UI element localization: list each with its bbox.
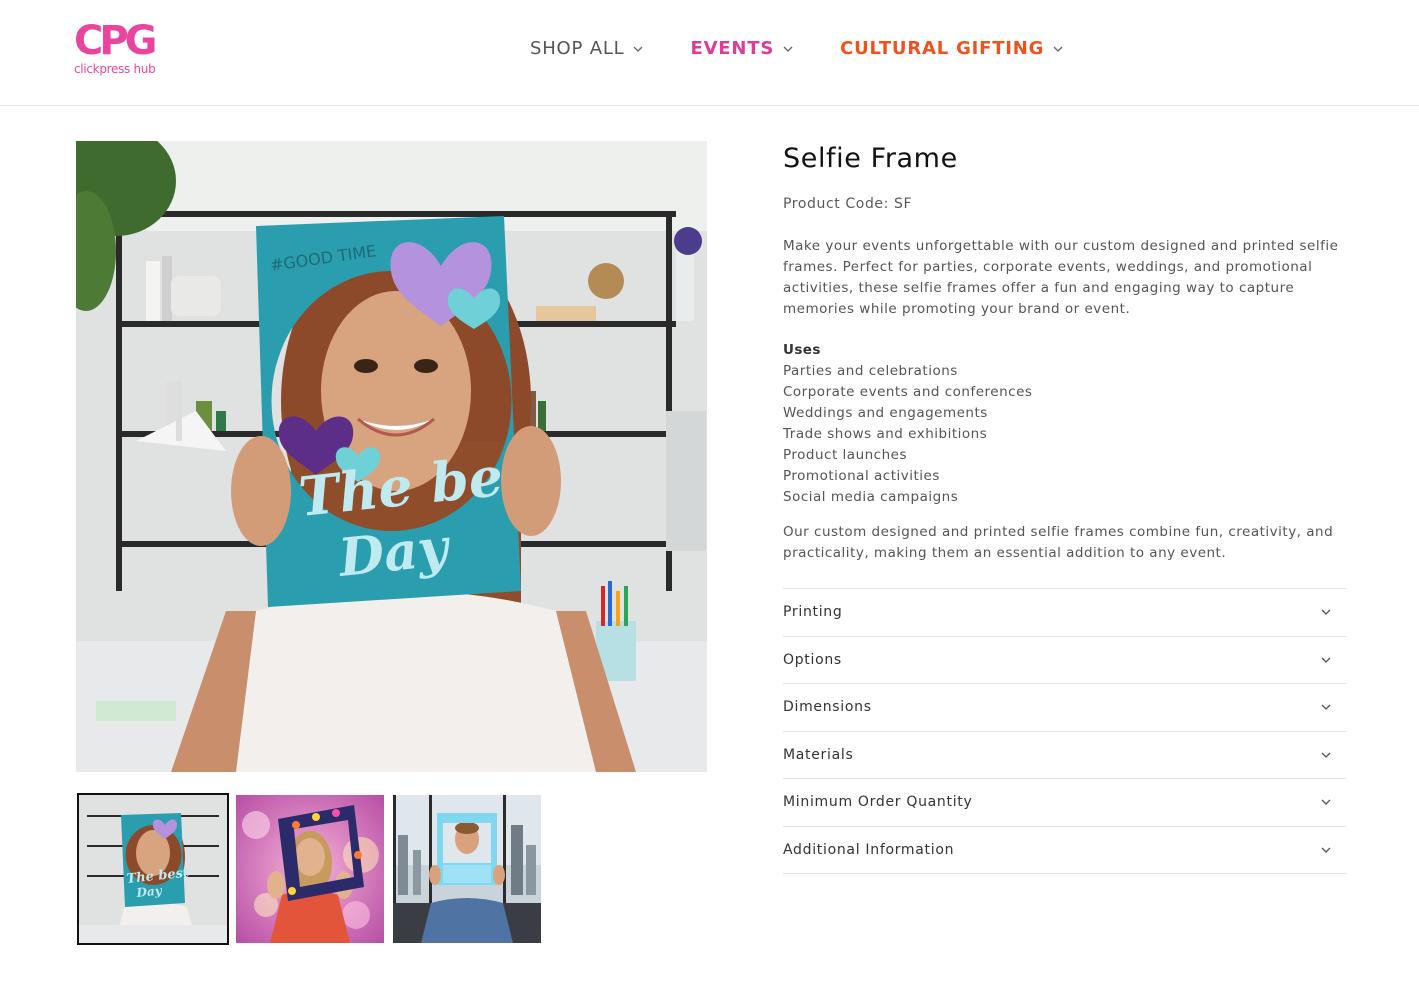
list-item: Corporate events and conferences xyxy=(783,384,1033,400)
accordion-label: Printing xyxy=(783,604,843,621)
thumbnail-1[interactable]: The best Day xyxy=(77,793,229,945)
logo[interactable]: CPG clickpress hub xyxy=(74,20,164,82)
product-accordion: Printing Options Dimensions Materials Mi… xyxy=(783,588,1346,874)
product-info: Selfie Frame Product Code: SF Make your … xyxy=(783,141,1347,874)
accordion-materials[interactable]: Materials xyxy=(783,732,1346,779)
nav-events-label: EVENTS xyxy=(690,38,775,59)
accordion-label: Dimensions xyxy=(783,699,872,716)
list-item: Product launches xyxy=(783,447,908,463)
thumbnail-1-image: The best Day xyxy=(79,795,227,943)
product-photo: #GOOD TIME The best Day xyxy=(76,141,707,772)
product-main-image[interactable]: #GOOD TIME The best Day xyxy=(76,141,707,772)
thumbnail-3-image xyxy=(393,795,541,943)
chevron-down-icon xyxy=(1321,609,1331,616)
nav-events[interactable]: EVENTS xyxy=(690,38,794,59)
nav-shop-all-label: SHOP ALL xyxy=(530,38,625,59)
logo-subtitle: clickpress hub xyxy=(74,62,156,76)
chevron-down-icon xyxy=(1053,46,1063,52)
chevron-down-icon xyxy=(1321,657,1331,663)
product-closing-text: Our custom designed and printed selfie f… xyxy=(783,524,1334,561)
thumbnail-2-image xyxy=(236,795,384,943)
site-header: CPG clickpress hub SHOP ALL EVENTS CULTU… xyxy=(0,0,1419,106)
thumbnail-2[interactable] xyxy=(236,795,384,943)
nav-cultural-gifting[interactable]: CULTURAL GIFTING xyxy=(840,38,1064,59)
uses-heading: Uses xyxy=(783,342,821,358)
main-nav: SHOP ALL EVENTS CULTURAL GIFTING xyxy=(530,38,1064,59)
nav-shop-all[interactable]: SHOP ALL xyxy=(530,38,644,59)
list-item: Parties and celebrations xyxy=(783,363,958,379)
chevron-down-icon xyxy=(1321,752,1331,758)
chevron-down-icon xyxy=(1321,799,1331,806)
product-title: Selfie Frame xyxy=(783,143,958,174)
accordion-label: Minimum Order Quantity xyxy=(783,794,973,811)
chevron-down-icon xyxy=(783,46,793,52)
list-item: Weddings and engagements xyxy=(783,405,988,421)
thumbnail-strip: The best Day xyxy=(77,793,541,945)
nav-cultural-gifting-label: CULTURAL GIFTING xyxy=(840,38,1045,59)
accordion-minimum-order-quantity[interactable]: Minimum Order Quantity xyxy=(783,779,1346,827)
accordion-additional-information[interactable]: Additional Information xyxy=(783,827,1346,874)
list-item: Trade shows and exhibitions xyxy=(783,426,988,442)
thumbnail-frame-text-line2: Day xyxy=(135,883,163,900)
chevron-down-icon xyxy=(1321,704,1331,711)
accordion-label: Materials xyxy=(783,746,854,763)
product-description: Make your events unforgettable with our … xyxy=(783,238,1339,317)
thumbnail-3[interactable] xyxy=(393,795,541,943)
frame-text-line2: Day xyxy=(334,516,455,589)
product-code: Product Code: SF xyxy=(783,196,913,212)
list-item: Social media campaigns xyxy=(783,489,959,505)
accordion-label: Additional Information xyxy=(783,841,955,858)
accordion-options[interactable]: Options xyxy=(783,637,1346,684)
accordion-dimensions[interactable]: Dimensions xyxy=(783,684,1346,732)
chevron-down-icon xyxy=(1321,847,1331,853)
accordion-label: Options xyxy=(783,651,842,668)
list-item: Promotional activities xyxy=(783,468,940,484)
logo-mark: CPG xyxy=(74,18,158,64)
accordion-printing[interactable]: Printing xyxy=(783,589,1346,637)
chevron-down-icon xyxy=(634,46,643,52)
uses-list: Parties and celebrations Corporate event… xyxy=(783,361,1347,508)
